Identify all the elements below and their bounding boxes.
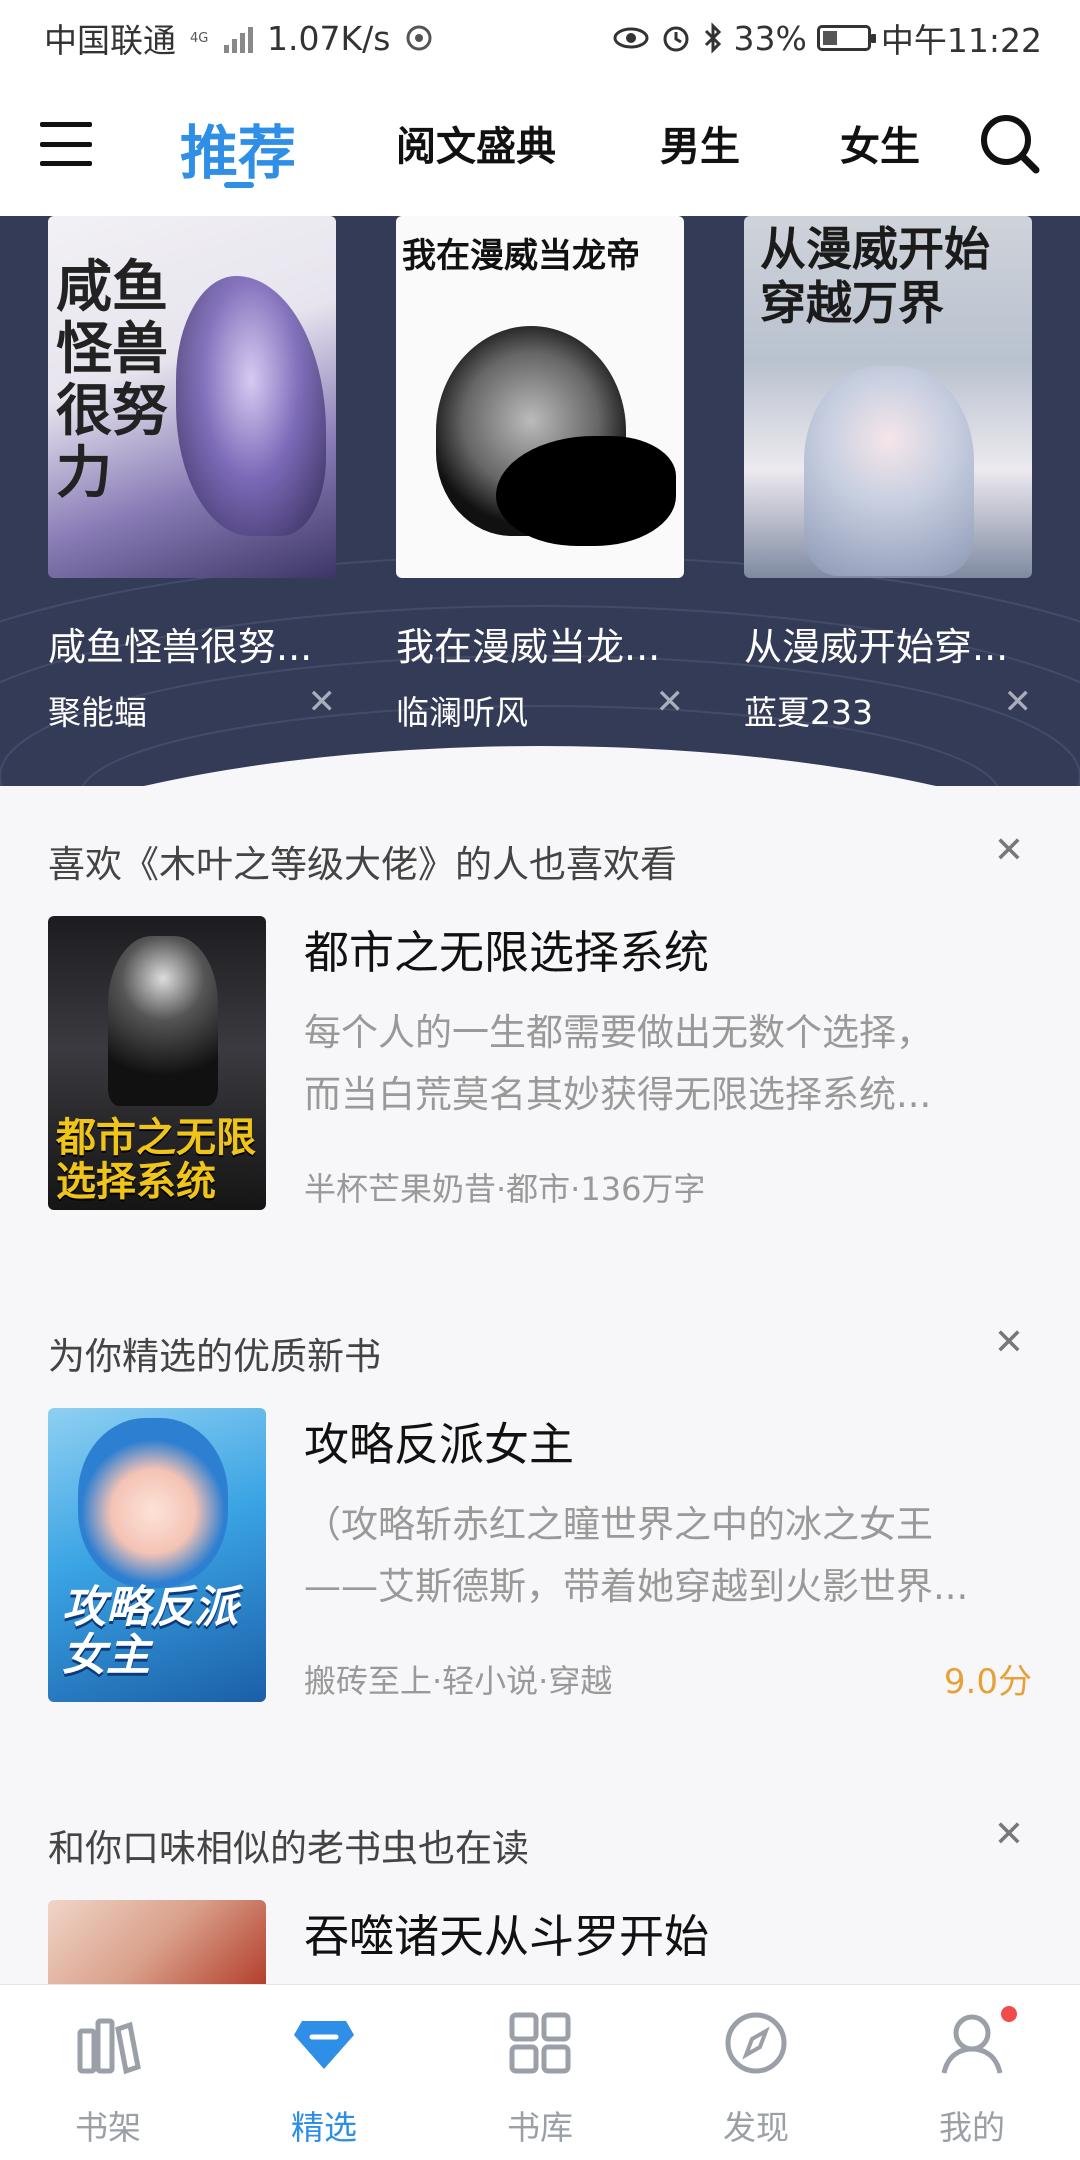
book-title[interactable]: 我在漫威当龙... <box>396 616 696 671</box>
section-title: 为你精选的优质新书 <box>48 1335 381 1378</box>
close-icon[interactable]: ✕ <box>1004 682 1033 722</box>
book-description: 每个人的一生都需要做出无数个选择， 而当白荒莫名其妙获得无限选择系统... <box>304 1002 1032 1126</box>
desc-line: 而当白荒莫名其妙获得无限选择系统... <box>304 1073 932 1116</box>
desc-line: ——艾斯德斯，带着她穿越到火影世界... <box>304 1565 969 1608</box>
book-meta: 搬砖至上·轻小说·穿越 <box>304 1662 613 1700</box>
tab-profile[interactable]: 我的 <box>864 1985 1080 2160</box>
diamond-icon <box>294 2021 354 2069</box>
close-icon[interactable]: ✕ <box>308 682 337 722</box>
book-title[interactable]: 攻略反派女主 <box>304 1408 574 1473</box>
status-left: 中国联通 4G 1.07K/s <box>44 14 434 62</box>
signal-icon <box>224 23 253 53</box>
menu-icon[interactable] <box>40 118 92 170</box>
hotspot-icon <box>406 25 432 51</box>
battery-percent: 33% <box>733 18 807 58</box>
grid-icon <box>509 2012 571 2074</box>
clock: 中午11:22 <box>880 21 1042 60</box>
top-nav: 推荐 阅文盛典 男生 女生 <box>0 76 1080 216</box>
bottom-tab-bar: 书架 精选 书库 发现 我的 <box>0 1984 1080 2160</box>
tab-bookshelf[interactable]: 书架 <box>0 1985 216 2160</box>
desc-line: （攻略斩赤红之瞳世界之中的冰之女王 <box>304 1503 933 1546</box>
status-right: 33% 中午11:22 <box>612 14 1042 62</box>
banner-book-2[interactable]: 我在漫威当龙帝 <box>396 216 684 578</box>
book-meta: 半杯芒果奶昔·都市·136万字 <box>304 1170 706 1208</box>
network-speed: 1.07K/s <box>267 18 391 58</box>
tab-discover[interactable]: 发现 <box>648 1985 864 2160</box>
battery-icon <box>816 25 876 51</box>
profile-icon <box>941 2014 1003 2074</box>
tab-yuewen-awards[interactable]: 阅文盛典 <box>396 114 556 172</box>
section-title: 喜欢《木叶之等级大佬》的人也喜欢看 <box>48 843 677 886</box>
bluetooth-icon <box>704 22 721 54</box>
cover-title-art: 都市之无限选择系统 <box>56 1115 256 1205</box>
tab-label: 我的 <box>939 2108 1005 2147</box>
tab-recommend[interactable]: 推荐 <box>180 106 296 190</box>
eye-icon <box>613 27 649 49</box>
tab-featured[interactable]: 精选 <box>216 1985 432 2160</box>
tab-library[interactable]: 书库 <box>432 1985 648 2160</box>
book-item[interactable]: 都市之无限选择系统 都市之无限选择系统 每个人的一生都需要做出无数个选择， 而当… <box>48 916 1032 1216</box>
section-title: 和你口味相似的老书虫也在读 <box>48 1827 529 1870</box>
banner: 咸鱼怪兽很努力 我在漫威当龙帝 从漫威开始穿越万界 咸鱼怪兽很努... 聚能蝠 … <box>0 216 1080 786</box>
tab-female[interactable]: 女生 <box>840 114 920 172</box>
tab-label: 发现 <box>723 2108 789 2147</box>
carrier-name: 中国联通 <box>44 21 176 60</box>
book-title[interactable]: 咸鱼怪兽很努... <box>48 616 348 671</box>
notification-badge <box>998 2003 1020 2025</box>
recommend-section-1: 喜欢《木叶之等级大佬》的人也喜欢看 ✕ 都市之无限选择系统 都市之无限选择系统 … <box>0 826 1080 1226</box>
book-cover[interactable]: 咸鱼怪兽很努力 <box>48 216 336 578</box>
bookshelf-icon <box>77 2018 141 2075</box>
cover-title-art: 攻略反派女主 <box>62 1582 238 1681</box>
banner-book-3[interactable]: 从漫威开始穿越万界 <box>744 216 1032 578</box>
active-tab-indicator <box>224 182 254 188</box>
close-icon[interactable]: ✕ <box>656 682 685 722</box>
book-score: 9.0分 <box>943 1662 1032 1702</box>
close-icon[interactable]: ✕ <box>994 1814 1024 1855</box>
tab-label: 书架 <box>75 2108 141 2147</box>
book-title[interactable]: 都市之无限选择系统 <box>304 916 709 981</box>
book-description: （攻略斩赤红之瞳世界之中的冰之女王 ——艾斯德斯，带着她穿越到火影世界... <box>304 1494 1032 1618</box>
book-item[interactable]: 攻略反派女主 攻略反派女主 （攻略斩赤红之瞳世界之中的冰之女王 ——艾斯德斯，带… <box>48 1408 1032 1708</box>
book-title[interactable]: 吞噬诸天从斗罗开始 <box>304 1900 709 1965</box>
book-author: 蓝夏233 <box>744 693 873 732</box>
tab-label: 精选 <box>291 2108 357 2147</box>
book-cover[interactable]: 从漫威开始穿越万界 <box>744 216 1032 578</box>
recommend-section-3: 和你口味相似的老书虫也在读 ✕ 吞噬诸天从斗罗开始 <box>0 1810 1080 1984</box>
book-item[interactable]: 吞噬诸天从斗罗开始 <box>48 1900 1032 1984</box>
book-cover[interactable]: 我在漫威当龙帝 <box>396 216 684 578</box>
compass-icon <box>725 2012 787 2074</box>
book-cover[interactable]: 攻略反派女主 <box>48 1408 266 1702</box>
book-title[interactable]: 从漫威开始穿... <box>744 616 1044 671</box>
cover-title-art: 从漫威开始穿越万界 <box>760 222 990 330</box>
book-cover[interactable] <box>48 1900 266 1984</box>
tab-label: 书库 <box>507 2108 573 2147</box>
status-bar: 中国联通 4G 1.07K/s 33% 中午11:22 <box>0 0 1080 76</box>
desc-line: 每个人的一生都需要做出无数个选择， <box>304 1011 933 1054</box>
book-author: 聚能蝠 <box>48 693 147 732</box>
close-icon[interactable]: ✕ <box>994 1322 1024 1363</box>
close-icon[interactable]: ✕ <box>994 830 1024 871</box>
cover-title-art: 我在漫威当龙帝 <box>402 236 640 276</box>
alarm-icon <box>663 26 689 52</box>
book-cover[interactable]: 都市之无限选择系统 <box>48 916 266 1210</box>
recommend-section-2: 为你精选的优质新书 ✕ 攻略反派女主 攻略反派女主 （攻略斩赤红之瞳世界之中的冰… <box>0 1318 1080 1718</box>
search-icon[interactable] <box>978 112 1042 176</box>
network-type: 4G <box>190 30 209 46</box>
tab-male[interactable]: 男生 <box>660 114 740 172</box>
banner-book-1[interactable]: 咸鱼怪兽很努力 <box>48 216 336 578</box>
book-author: 临澜听风 <box>396 693 528 732</box>
